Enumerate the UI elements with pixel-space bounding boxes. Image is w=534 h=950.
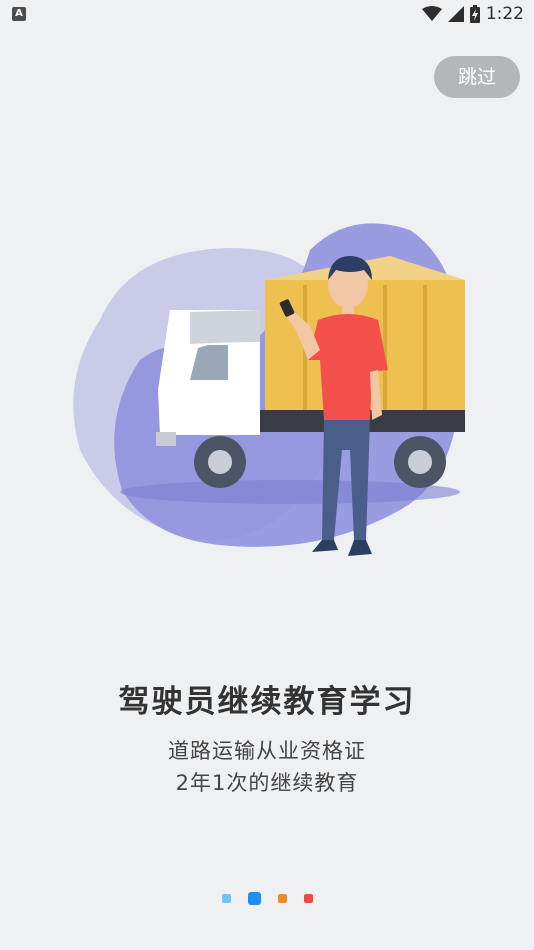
notification-icon: A xyxy=(12,7,26,21)
wifi-icon xyxy=(421,6,442,21)
status-bar: A 1:22 xyxy=(0,0,534,28)
onboarding-title: 驾驶员继续教育学习 xyxy=(118,684,416,720)
onboarding-subtitle-line1: 道路运输从业资格证 xyxy=(168,739,366,763)
page-dot-3[interactable] xyxy=(277,893,287,903)
signal-icon xyxy=(447,6,464,22)
page-dot-2[interactable] xyxy=(247,891,261,905)
skip-button[interactable]: 跳过 xyxy=(434,56,520,98)
status-time: 1:22 xyxy=(485,4,524,24)
page-dot-4[interactable] xyxy=(303,893,313,903)
onboarding-illustration xyxy=(73,223,465,556)
page-dot-1[interactable] xyxy=(221,893,231,903)
onboarding-subtitle-line2: 2年1次的继续教育 xyxy=(175,771,359,795)
page-indicator xyxy=(0,890,534,906)
status-right-group: 1:22 xyxy=(421,2,524,26)
battery-charging-icon xyxy=(469,5,480,23)
